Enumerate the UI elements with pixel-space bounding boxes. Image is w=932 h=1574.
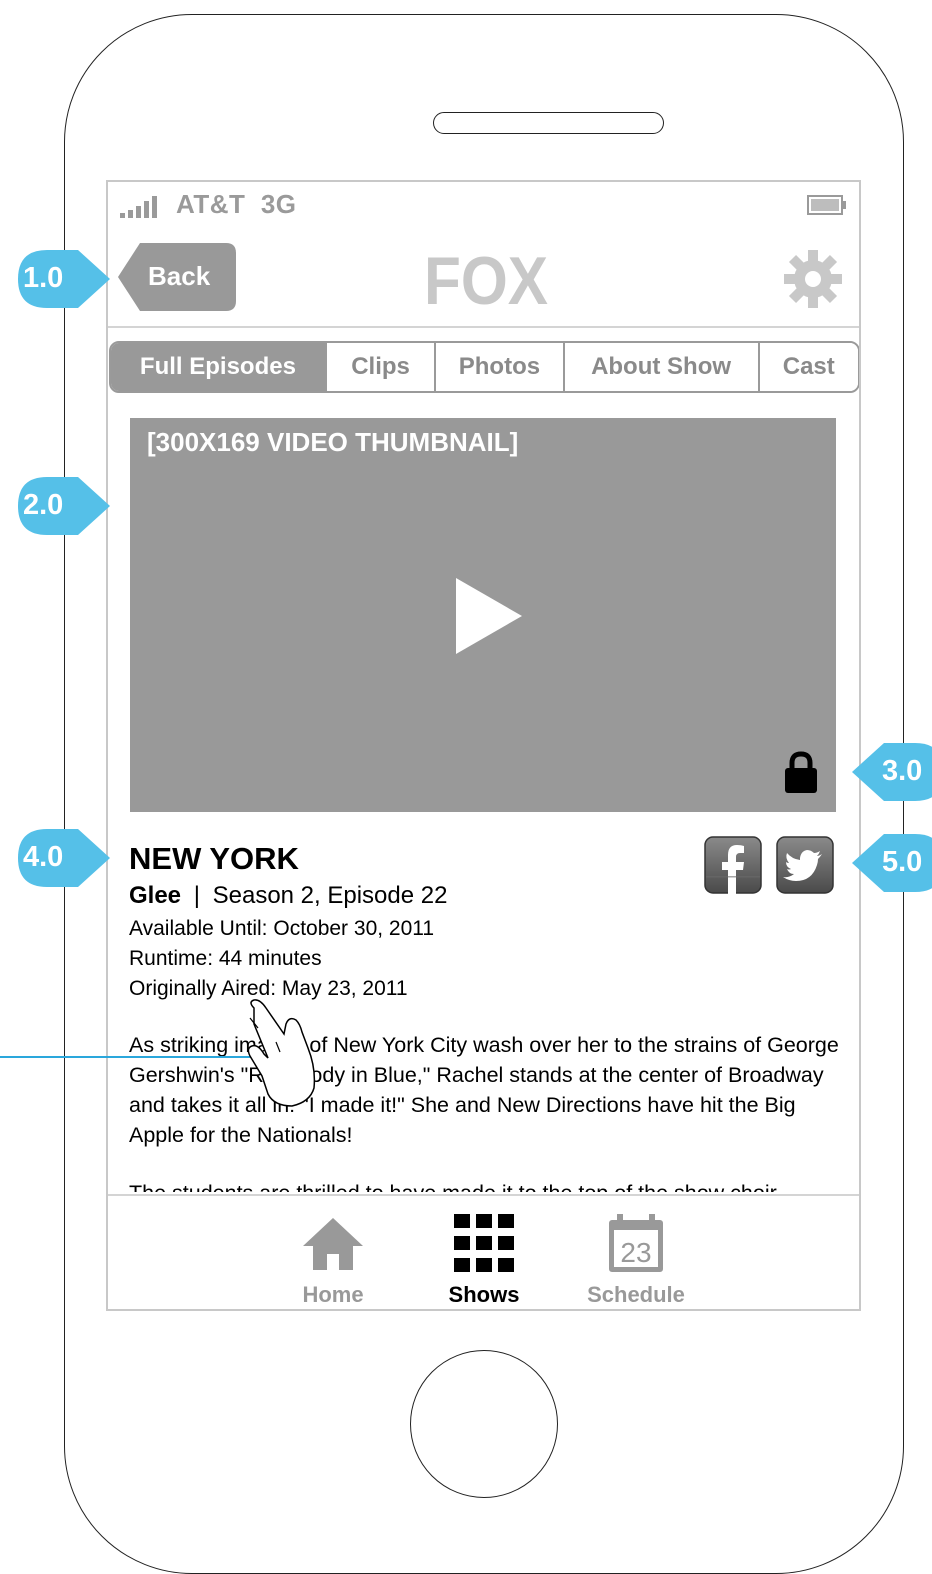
show-tabs: Full Episodes Clips Photos About Show Ca… bbox=[109, 341, 859, 393]
back-button[interactable]: Back bbox=[118, 243, 236, 311]
tabbar-home[interactable]: Home bbox=[268, 1196, 398, 1309]
tabbar-shows[interactable]: Shows bbox=[419, 1196, 549, 1309]
calendar-date: 23 bbox=[620, 1237, 651, 1268]
logo-text: FOX bbox=[424, 248, 548, 308]
video-thumbnail[interactable]: [300X169 VIDEO THUMBNAIL] bbox=[130, 418, 836, 812]
phone-speaker bbox=[433, 112, 664, 134]
tab-about-show[interactable]: About Show bbox=[562, 343, 758, 391]
play-icon[interactable] bbox=[456, 578, 522, 654]
app-screen: AT&T 3G Back FOX Full Episodes Clips Pho… bbox=[106, 180, 861, 1311]
episode-title: NEW YORK bbox=[129, 841, 299, 876]
marker-label: 4.0 bbox=[23, 841, 64, 873]
marker-label: 3.0 bbox=[882, 755, 923, 787]
video-placeholder-label: [300X169 VIDEO THUMBNAIL] bbox=[147, 427, 519, 457]
carrier-name: AT&T bbox=[176, 189, 246, 219]
home-icon bbox=[303, 1218, 363, 1270]
available-until: Available Until: October 30, 2011 bbox=[129, 917, 435, 940]
annotation-marker: 2.0 bbox=[18, 477, 110, 535]
swipe-hand-icon bbox=[247, 999, 316, 1107]
calendar-icon: 23 bbox=[609, 1214, 663, 1272]
episode-meta: Glee | Season 2, Episode 22 bbox=[129, 882, 447, 910]
tabbar-schedule-label: Schedule bbox=[587, 1282, 685, 1307]
episode-description: As striking images of New York City wash… bbox=[129, 1030, 841, 1192]
runtime: Runtime: 44 minutes bbox=[129, 947, 322, 970]
lock-icon bbox=[785, 751, 817, 793]
status-bar: AT&T 3G bbox=[108, 182, 859, 228]
marker-label: 5.0 bbox=[882, 846, 923, 878]
tab-full-episodes[interactable]: Full Episodes bbox=[111, 343, 325, 391]
phone-home-button[interactable] bbox=[410, 1350, 558, 1498]
tabbar-schedule[interactable]: 23 Schedule bbox=[571, 1196, 701, 1309]
tab-cast[interactable]: Cast bbox=[757, 343, 858, 391]
fox-logo: FOX bbox=[424, 248, 548, 308]
bottom-tab-bar: Home Shows 23 Schedule bbox=[108, 1194, 859, 1309]
description-paragraph: As striking images of New York City wash… bbox=[129, 1033, 839, 1147]
grid-icon bbox=[454, 1214, 514, 1272]
annotation-marker: 3.0 bbox=[852, 743, 932, 801]
description-scroll[interactable]: As striking images of New York City wash… bbox=[108, 1030, 859, 1192]
nav-bar: Back FOX bbox=[108, 228, 859, 328]
marker-label: 2.0 bbox=[23, 489, 64, 521]
show-name: Glee bbox=[129, 882, 182, 909]
annotation-marker: 1.0 bbox=[18, 250, 110, 308]
signal-icon bbox=[120, 196, 157, 218]
meta-separator: | bbox=[193, 882, 200, 909]
gear-icon[interactable] bbox=[784, 250, 842, 308]
facebook-icon[interactable] bbox=[704, 836, 762, 894]
back-label: Back bbox=[148, 261, 211, 291]
carrier-text: AT&T 3G bbox=[176, 189, 297, 220]
marker-label: 1.0 bbox=[23, 262, 64, 294]
tab-photos[interactable]: Photos bbox=[434, 343, 563, 391]
annotation-marker: 5.0 bbox=[852, 834, 932, 892]
tab-clips[interactable]: Clips bbox=[324, 343, 435, 391]
description-paragraph: The students are thrilled to have made i… bbox=[129, 1178, 841, 1192]
annotation-connector-line bbox=[0, 1056, 262, 1058]
annotation-marker: 4.0 bbox=[18, 829, 110, 887]
battery-icon bbox=[807, 195, 846, 215]
season-episode: Season 2, Episode 22 bbox=[212, 882, 448, 909]
twitter-icon[interactable] bbox=[776, 836, 834, 894]
tabbar-home-label: Home bbox=[302, 1282, 364, 1307]
network-type: 3G bbox=[260, 189, 297, 219]
tabbar-shows-label: Shows bbox=[448, 1282, 520, 1307]
